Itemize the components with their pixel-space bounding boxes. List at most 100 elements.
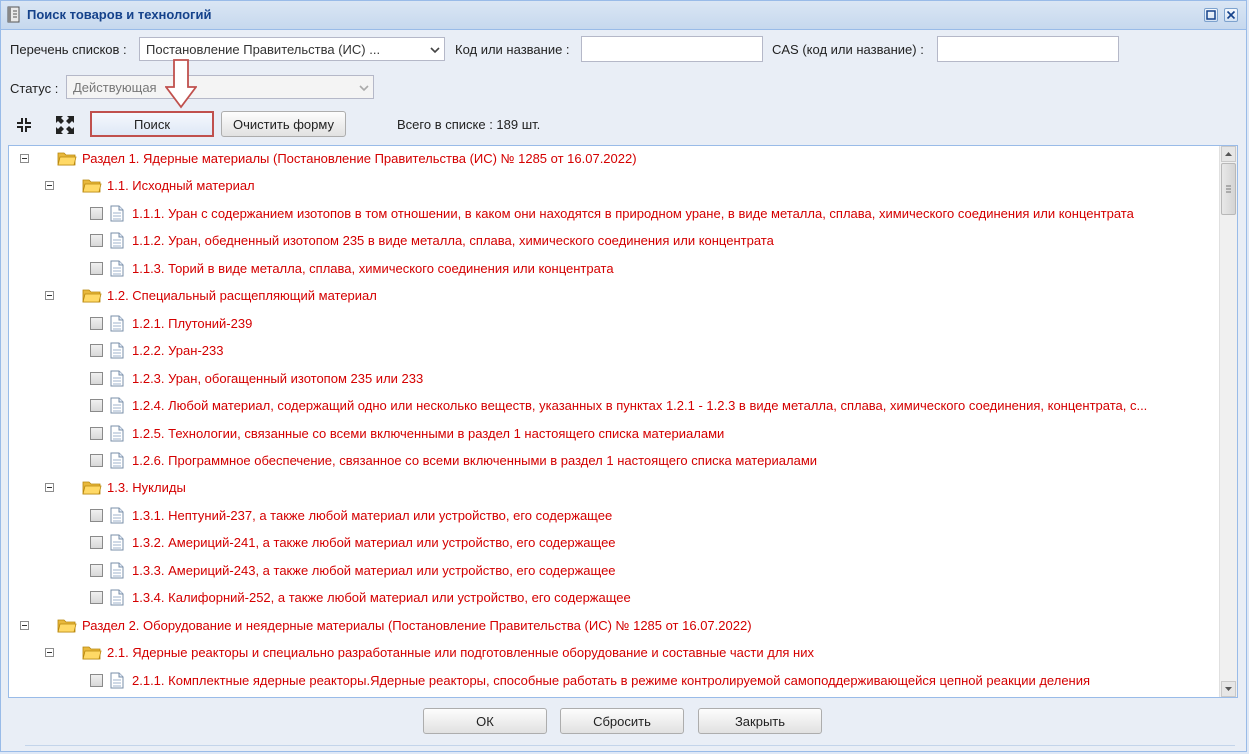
tree-item-label: 1.1.1. Уран с содержанием изотопов в том… <box>132 205 1134 221</box>
item-checkbox[interactable] <box>90 591 103 605</box>
chevron-down-icon <box>430 47 440 54</box>
tree-folder-label: Раздел 2. Оборудование и неядерные матер… <box>82 617 752 633</box>
document-icon <box>110 205 124 222</box>
code-input[interactable] <box>581 36 763 62</box>
arrow-down-icon <box>1225 687 1232 691</box>
tree-folder-row[interactable]: 1.1. Исходный материал <box>9 173 1214 199</box>
tree-item-row[interactable]: 1.1.2. Уран, обедненный изотопом 235 в в… <box>9 228 1214 254</box>
tree-item-label: 1.3.3. Америций-243, а также любой матер… <box>132 562 616 578</box>
item-checkbox[interactable] <box>90 508 103 522</box>
tree-item-row[interactable]: 1.2.5. Технологии, связанные со всеми вк… <box>9 421 1214 447</box>
expand-all-icon[interactable] <box>55 115 75 135</box>
chevron-down-icon <box>359 85 369 92</box>
close-button[interactable]: Закрыть <box>698 708 822 734</box>
folder-open-icon <box>82 481 102 495</box>
collapse-toggle-icon[interactable] <box>20 154 29 163</box>
search-window: Поиск товаров и технологий Перечень спис… <box>0 0 1247 752</box>
tree-item-label: 1.1.3. Торий в виде металла, сплава, хим… <box>132 260 614 276</box>
document-icon <box>110 562 124 579</box>
maximize-button[interactable] <box>1204 8 1218 22</box>
tree-item-label: 1.1.2. Уран, обедненный изотопом 235 в в… <box>132 233 774 249</box>
tree-folder-label: 1.2. Специальный расщепляющий материал <box>107 288 377 304</box>
item-checkbox[interactable] <box>90 536 103 550</box>
tree-item-row[interactable]: 1.3.1. Нептуний-237, а также любой матер… <box>9 503 1214 529</box>
folder-open-icon <box>57 619 77 633</box>
tree-item-label: 1.2.3. Уран, обогащенный изотопом 235 ил… <box>132 370 424 386</box>
item-checkbox[interactable] <box>90 261 103 275</box>
tree-item-row[interactable]: 1.2.6. Программное обеспечение, связанно… <box>9 448 1214 474</box>
item-checkbox[interactable] <box>90 344 103 358</box>
scroll-down-button[interactable] <box>1221 681 1236 697</box>
collapse-toggle-icon[interactable] <box>20 620 29 630</box>
tree-item-row[interactable]: 1.2.3. Уран, обогащенный изотопом 235 ил… <box>9 366 1214 392</box>
item-checkbox[interactable] <box>90 563 103 577</box>
close-icon <box>1226 10 1236 20</box>
tree-folder-label: 1.3. Нуклиды <box>107 480 186 496</box>
document-icon <box>110 315 124 332</box>
item-checkbox[interactable] <box>90 673 103 687</box>
tree-item-row[interactable]: 1.1.3. Торий в виде металла, сплава, хим… <box>9 256 1214 282</box>
document-icon <box>110 370 124 387</box>
tree-item-row[interactable]: 1.3.4. Калифорний-252, а также любой мат… <box>9 585 1214 611</box>
list-select[interactable]: Постановление Правительства (ИС) ... <box>139 37 445 61</box>
collapse-toggle-icon[interactable] <box>45 291 54 301</box>
tree-folder-row[interactable]: 2.1. Ядерные реакторы и специально разра… <box>9 640 1214 666</box>
book-icon <box>7 6 20 23</box>
document-icon <box>110 452 124 469</box>
document-icon <box>110 534 124 551</box>
arrow-up-icon <box>1225 152 1232 156</box>
item-checkbox[interactable] <box>90 426 103 440</box>
tree-item-label: 1.2.2. Уран-233 <box>132 343 224 359</box>
tree-item-label: 1.3.1. Нептуний-237, а также любой матер… <box>132 507 613 523</box>
tree-folder-label: 1.1. Исходный материал <box>107 178 255 194</box>
tree-item-row[interactable]: 1.2.4. Любой материал, содержащий одно и… <box>9 393 1214 419</box>
tree-item-row[interactable]: 1.1.1. Уран с содержанием изотопов в том… <box>9 201 1214 227</box>
document-icon <box>110 672 124 689</box>
scroll-thumb[interactable] <box>1221 163 1236 215</box>
document-icon <box>110 260 124 277</box>
tree-item-label: 1.2.4. Любой материал, содержащий одно и… <box>132 398 1148 414</box>
tree-item-label: 1.2.1. Плутоний-239 <box>132 315 253 331</box>
tree-item-label: 1.2.5. Технологии, связанные со всеми вк… <box>132 425 725 441</box>
resize-handle[interactable] <box>25 745 1235 754</box>
document-icon <box>110 342 124 359</box>
document-icon <box>110 425 124 441</box>
item-checkbox[interactable] <box>90 371 103 385</box>
cas-label: CAS (код или название) : <box>772 42 924 57</box>
tree-item-row[interactable]: 1.2.2. Уран-233 <box>9 338 1214 364</box>
search-button[interactable]: Поиск <box>90 111 214 137</box>
collapse-toggle-icon[interactable] <box>45 483 54 493</box>
tree-item-row[interactable]: 1.3.2. Америций-241, а также любой матер… <box>9 530 1214 556</box>
collapse-all-icon[interactable] <box>14 115 34 135</box>
collapse-toggle-icon[interactable] <box>45 181 54 191</box>
document-icon <box>110 589 124 606</box>
tree-folder-row[interactable]: Раздел 1. Ядерные материалы (Постановлен… <box>9 146 1214 172</box>
window-title: Поиск товаров и технологий <box>27 7 212 22</box>
folder-open-icon <box>82 180 102 193</box>
tree-folder-row[interactable]: 1.2. Специальный расщепляющий материал <box>9 283 1214 309</box>
item-checkbox[interactable] <box>90 399 103 413</box>
status-label: Статус : <box>10 81 59 96</box>
reset-button[interactable]: Сбросить <box>560 708 684 734</box>
item-checkbox[interactable] <box>90 316 103 330</box>
tree-folder-row[interactable]: 1.3. Нуклиды <box>9 475 1214 501</box>
tree-item-row[interactable]: 2.1.1. Комплектные ядерные реакторы.Ядер… <box>9 668 1214 694</box>
clear-form-button[interactable]: Очистить форму <box>221 111 346 137</box>
tree-item-row[interactable]: 1.2.1. Плутоний-239 <box>9 311 1214 337</box>
title-bar[interactable]: Поиск товаров и технологий <box>1 1 1246 30</box>
vertical-scrollbar[interactable] <box>1219 146 1237 697</box>
tree-folder-row[interactable]: Раздел 2. Оборудование и неядерные матер… <box>9 613 1214 639</box>
cas-input[interactable] <box>937 36 1119 62</box>
item-checkbox[interactable] <box>90 453 103 467</box>
tree-item-row[interactable]: 1.3.3. Америций-243, а также любой матер… <box>9 558 1214 584</box>
item-checkbox[interactable] <box>90 206 103 220</box>
maximize-icon <box>1206 10 1216 20</box>
status-select[interactable]: Действующая <box>66 75 374 99</box>
scroll-up-button[interactable] <box>1221 146 1236 162</box>
item-checkbox[interactable] <box>90 234 103 248</box>
list-select-value: Постановление Правительства (ИС) ... <box>146 42 381 57</box>
close-window-button[interactable] <box>1224 8 1238 22</box>
status-select-value: Действующая <box>73 80 157 95</box>
collapse-toggle-icon[interactable] <box>45 648 54 658</box>
ok-button[interactable]: ОК <box>423 708 547 734</box>
